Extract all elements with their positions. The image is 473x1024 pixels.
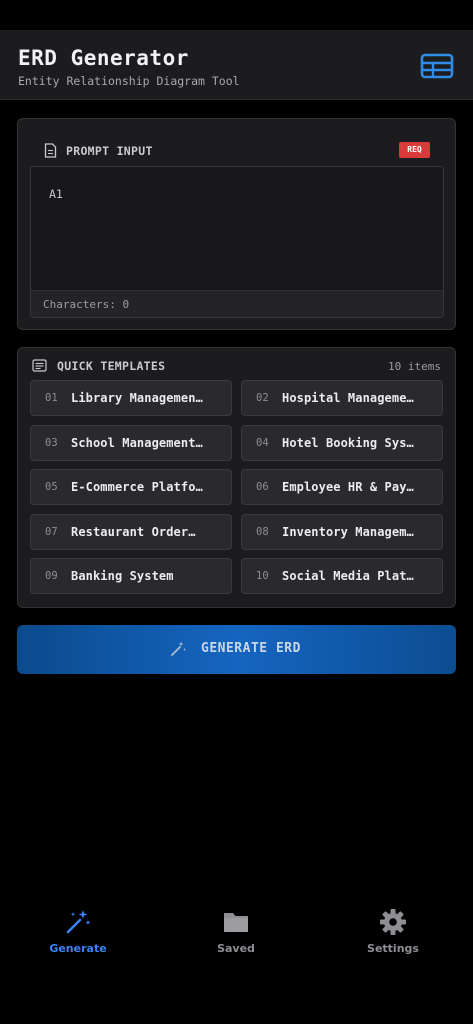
template-label: Hospital Manageme… — [282, 391, 414, 405]
template-item-hotel[interactable]: 04 Hotel Booking Sys… — [241, 425, 443, 461]
template-number: 05 — [45, 481, 58, 493]
tab-settings[interactable]: Settings — [343, 908, 443, 964]
template-number: 09 — [45, 570, 58, 582]
app-subtitle: Entity Relationship Diagram Tool — [18, 74, 240, 88]
template-label: Employee HR & Pay… — [282, 480, 414, 494]
template-label: Library Managemen… — [71, 391, 203, 405]
template-number: 03 — [45, 437, 58, 449]
document-icon — [44, 143, 57, 158]
character-count-bar: Characters: 0 — [31, 290, 443, 317]
tab-saved-label: Saved — [217, 942, 255, 955]
template-item-banking[interactable]: 09 Banking System — [30, 558, 232, 594]
gear-icon — [380, 909, 406, 935]
prompt-section-title: PROMPT INPUT — [66, 144, 153, 158]
prompt-textarea[interactable]: A1 Characters: 0 — [30, 166, 444, 318]
list-icon — [32, 359, 47, 372]
template-label: School Management… — [71, 436, 203, 450]
template-number: 06 — [256, 481, 269, 493]
required-badge: REQ — [399, 142, 430, 158]
screen: ERD Generator Entity Relationship Diagra… — [0, 0, 473, 1024]
template-label: Restaurant Order… — [71, 525, 196, 539]
tab-generate-label: Generate — [49, 942, 107, 955]
prompt-text-value: A1 — [49, 187, 63, 201]
template-number: 10 — [256, 570, 269, 582]
generate-erd-button[interactable]: GENERATE ERD — [17, 625, 456, 674]
template-item-inventory[interactable]: 08 Inventory Managem… — [241, 514, 443, 550]
template-label: Inventory Managem… — [282, 525, 414, 539]
sparkle-wand-icon — [66, 910, 91, 934]
template-number: 02 — [256, 392, 269, 404]
template-item-school[interactable]: 03 School Management… — [30, 425, 232, 461]
prompt-input-card: PROMPT INPUT REQ A1 Characters: 0 — [17, 118, 456, 330]
generate-erd-label: GENERATE ERD — [201, 641, 301, 656]
template-item-social-media[interactable]: 10 Social Media Plat… — [241, 558, 443, 594]
magic-wand-icon — [171, 641, 186, 656]
template-label: Social Media Plat… — [282, 569, 414, 583]
quick-templates-card: QUICK TEMPLATES 10 items 01 Library Mana… — [17, 347, 456, 608]
template-number: 07 — [45, 526, 58, 538]
template-label: Hotel Booking Sys… — [282, 436, 414, 450]
app-title: ERD Generator — [18, 46, 189, 70]
templates-section-title: QUICK TEMPLATES — [57, 359, 166, 373]
template-number: 04 — [256, 437, 269, 449]
tab-saved[interactable]: Saved — [186, 908, 286, 964]
character-count: Characters: 0 — [43, 298, 130, 311]
app-header: ERD Generator Entity Relationship Diagra… — [0, 30, 473, 100]
folder-icon — [224, 913, 248, 932]
tab-generate[interactable]: Generate — [28, 908, 128, 964]
template-item-ecommerce[interactable]: 05 E-Commerce Platfo… — [30, 469, 232, 505]
template-item-restaurant[interactable]: 07 Restaurant Order… — [30, 514, 232, 550]
template-item-hospital[interactable]: 02 Hospital Manageme… — [241, 380, 443, 416]
table-grid-icon[interactable] — [420, 53, 454, 79]
template-number: 01 — [45, 392, 58, 404]
tab-settings-label: Settings — [367, 942, 419, 955]
template-label: Banking System — [71, 569, 174, 583]
template-item-library[interactable]: 01 Library Managemen… — [30, 380, 232, 416]
template-label: E-Commerce Platfo… — [71, 480, 203, 494]
bottom-tab-bar: Generate Saved Settings — [0, 900, 473, 970]
template-item-employee-hr[interactable]: 06 Employee HR & Pay… — [241, 469, 443, 505]
templates-count: 10 items — [388, 360, 441, 373]
template-number: 08 — [256, 526, 269, 538]
